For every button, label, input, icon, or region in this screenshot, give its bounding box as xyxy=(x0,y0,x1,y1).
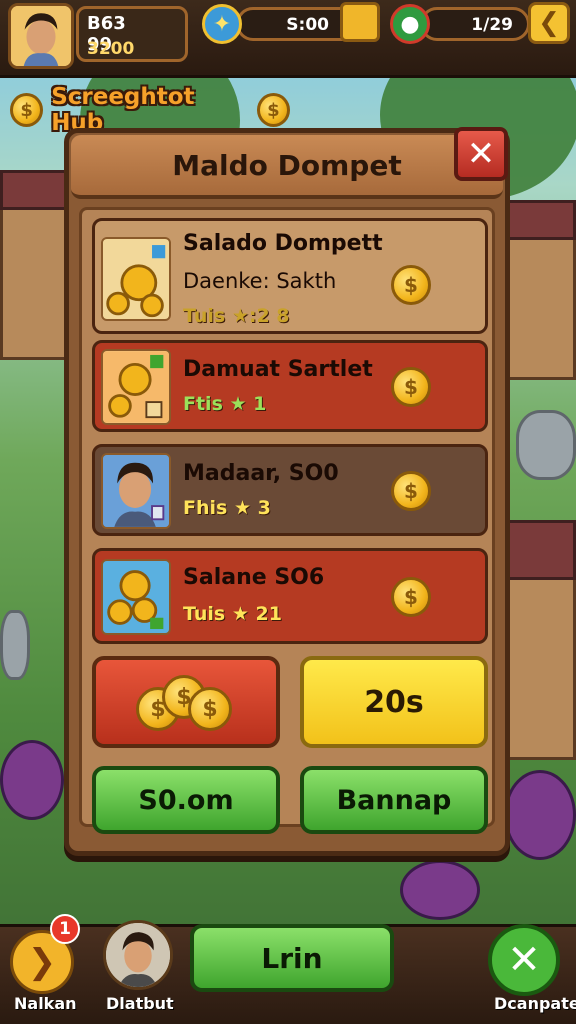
coin-stack-thumbnail xyxy=(101,237,171,321)
coin-pile-button[interactable]: $ $ $ xyxy=(92,656,280,748)
counter-pill: 1/29 xyxy=(420,7,530,41)
rock xyxy=(0,610,30,680)
row-title: Salado Dompett xyxy=(183,231,383,256)
roof-right xyxy=(506,200,576,240)
row-stat: Ftis ★ 1 xyxy=(183,393,267,415)
coin-icon: $ xyxy=(188,687,232,731)
purple-bush xyxy=(504,770,576,860)
price-button[interactable]: S0.om xyxy=(92,766,280,834)
coin-icon: $ xyxy=(391,577,431,617)
chest-icon[interactable] xyxy=(340,2,380,42)
list-item[interactable]: Damuat Sartlet Ftis ★ 1 $ xyxy=(92,340,488,432)
profile-label: Dlatbut xyxy=(106,994,174,1013)
coin-icon: $ xyxy=(10,93,44,127)
row-title: Madaar, SO0 xyxy=(183,461,339,486)
coin-icon: $ xyxy=(391,265,431,305)
coin-stack-icon xyxy=(103,561,169,633)
panel-title: Maldo Dompet xyxy=(172,148,402,182)
reward-value: 20s xyxy=(364,684,424,720)
confirm-button[interactable]: Bannap xyxy=(300,766,488,834)
row-stat: Tuis ★ 21 xyxy=(183,603,282,625)
row-title: Damuat Sartlet xyxy=(183,357,373,382)
close-button[interactable]: ✕ xyxy=(454,127,508,181)
timer-value: S:00 xyxy=(286,15,329,35)
notification-badge: 1 xyxy=(50,914,80,944)
back-arrow-button[interactable]: ❮ xyxy=(528,2,570,44)
purple-bush xyxy=(400,860,480,920)
player-avatar[interactable] xyxy=(8,3,74,69)
house-right xyxy=(506,230,576,380)
counter-value: 1/29 xyxy=(471,15,513,35)
profile-face-icon xyxy=(106,923,170,987)
character-face-icon xyxy=(103,455,169,527)
cancel-button[interactable]: ✕ xyxy=(488,924,560,996)
row-subtitle: Daenke: Sakth xyxy=(183,269,337,293)
row-title: Salane SO6 xyxy=(183,565,325,590)
character-portrait xyxy=(101,453,171,529)
row-stat: Tuis ★:2 8 xyxy=(183,305,290,327)
coin-icon: $ xyxy=(391,471,431,511)
globe-icon[interactable]: ● xyxy=(390,4,430,44)
coin-stack-thumbnail xyxy=(101,349,171,425)
player-gold: 3200 xyxy=(87,39,135,59)
list-item[interactable]: Salado Dompett Daenke: Sakth Tuis ★:2 8 … xyxy=(92,218,488,334)
house-left xyxy=(0,200,70,360)
coin-pile-icon: $ $ $ xyxy=(136,667,236,737)
nav-left-label: Nalkan xyxy=(14,994,77,1013)
main-action-button[interactable]: Lrin xyxy=(190,924,394,992)
coin-stack-icon xyxy=(103,239,169,319)
coin-icon: $ xyxy=(256,93,290,127)
row-stat: Fhis ★ 3 xyxy=(183,497,271,519)
roof-right-lower xyxy=(500,520,576,580)
list-item[interactable]: Salane SO6 Tuis ★ 21 $ xyxy=(92,548,488,644)
player-stats: B63 99 3200 xyxy=(76,6,188,62)
gem-icon[interactable]: ✦ xyxy=(202,4,242,44)
roof-left xyxy=(0,170,70,210)
list-item[interactable]: Madaar, SO0 Fhis ★ 3 $ xyxy=(92,444,488,536)
panel-body: Salado Dompett Daenke: Sakth Tuis ★:2 8 … xyxy=(79,207,495,834)
coin-stack-thumbnail xyxy=(101,559,171,635)
house-right-lower xyxy=(506,560,576,760)
player-face-icon xyxy=(11,6,71,66)
hub-title: $ Screeghtot Hub $ xyxy=(10,84,290,136)
panel-header: Maldo Dompet xyxy=(71,135,503,199)
cancel-label: Dcanpate xyxy=(494,994,576,1013)
reward-value-button[interactable]: 20s xyxy=(300,656,488,748)
coin-stack-icon xyxy=(103,351,169,423)
wallet-panel: Maldo Dompet Salado Dompett Daenke: Sakt… xyxy=(64,128,510,856)
rock xyxy=(516,410,576,480)
profile-button[interactable] xyxy=(103,920,173,990)
coin-icon: $ xyxy=(391,367,431,407)
purple-bush xyxy=(0,740,64,820)
